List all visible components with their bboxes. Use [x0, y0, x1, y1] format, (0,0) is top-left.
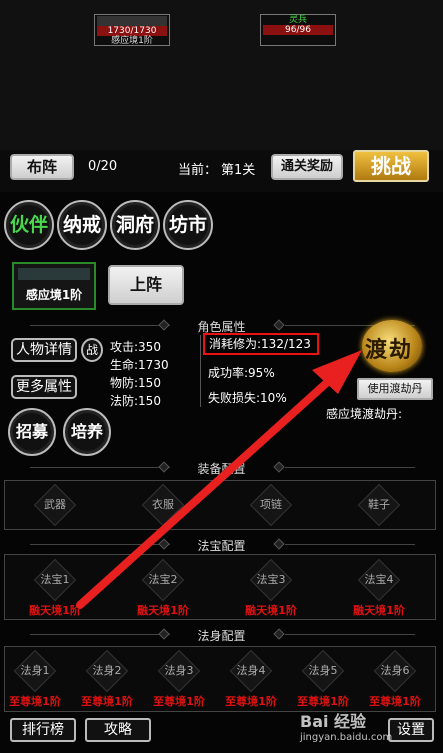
- success-rate: 成功率:95%: [208, 366, 275, 380]
- section-title-body: 法身配置: [0, 627, 443, 644]
- enemy-name: 灵兵: [288, 15, 307, 25]
- battle-button[interactable]: 战: [81, 338, 103, 362]
- partner-card[interactable]: 感应境1阶: [12, 262, 96, 310]
- stat-hp: 生命:1730: [110, 358, 169, 372]
- equipment-slot-weapon[interactable]: 武器: [25, 483, 85, 527]
- treasure-slot-2[interactable]: 法宝2: [133, 558, 193, 602]
- partner-realm: 感应境1阶: [25, 288, 83, 302]
- tab-cave[interactable]: 洞府: [110, 200, 160, 250]
- ranking-button[interactable]: 排行榜: [10, 718, 76, 742]
- treasure-req-2: 融天境1阶: [137, 604, 189, 617]
- body-req-6: 至尊境1阶: [369, 695, 421, 708]
- body-slot-3[interactable]: 法身3: [156, 649, 202, 693]
- body-slot-6[interactable]: 法身6: [372, 649, 418, 693]
- stat-magic-defense: 法防:150: [110, 394, 161, 408]
- deploy-button[interactable]: 上阵: [108, 265, 184, 305]
- body-req-4: 至尊境1阶: [225, 695, 277, 708]
- tab-ring[interactable]: 纳戒: [57, 200, 107, 250]
- tribulation-pill-count: 感应境渡劫丹:: [326, 407, 403, 421]
- cultivation-cost: 消耗修为:132/123: [209, 337, 311, 351]
- treasure-slot-3[interactable]: 法宝3: [241, 558, 301, 602]
- equipment-slot-necklace[interactable]: 项链: [241, 483, 301, 527]
- body-slot-2[interactable]: 法身2: [84, 649, 130, 693]
- player-hp-bar: 1730/1730: [97, 26, 167, 36]
- section-title-treasure: 法宝配置: [0, 537, 443, 554]
- stage-bar: 布阵 0/20 当前： 第1关 通关奖励 挑战: [0, 150, 443, 192]
- tab-partner[interactable]: 伙伴: [4, 200, 54, 250]
- stat-attack: 攻击:350: [110, 340, 161, 354]
- train-button[interactable]: 培养: [63, 408, 111, 456]
- watermark: Bai 经验 jingyan.baidu.com: [300, 708, 392, 743]
- body-req-1: 至尊境1阶: [9, 695, 61, 708]
- current-level: 第1关: [221, 163, 256, 178]
- challenge-button[interactable]: 挑战: [353, 150, 429, 182]
- body-slot-1[interactable]: 法身1: [12, 649, 58, 693]
- character-detail-button[interactable]: 人物详情: [11, 338, 77, 362]
- main-panel: 伙伴 纳戒 洞府 坊市 感应境1阶 上阵 角色属性 人物详情 战 更多属性 攻击…: [0, 192, 443, 753]
- formation-button[interactable]: 布阵: [10, 154, 74, 180]
- body-req-3: 至尊境1阶: [153, 695, 205, 708]
- stage-reward-button[interactable]: 通关奖励: [271, 154, 343, 180]
- body-req-5: 至尊境1阶: [297, 695, 349, 708]
- enemy-hp-bar: 96/96: [263, 25, 333, 35]
- treasure-req-4: 融天境1阶: [353, 604, 405, 617]
- player-realm: 感应境1阶: [111, 36, 153, 46]
- equipment-slot-clothes[interactable]: 衣服: [133, 483, 193, 527]
- stats-divider: [200, 335, 201, 407]
- treasure-slot-1[interactable]: 法宝1: [25, 558, 85, 602]
- treasure-req-3: 融天境1阶: [245, 604, 297, 617]
- body-req-2: 至尊境1阶: [81, 695, 133, 708]
- tribulation-button[interactable]: 渡劫: [362, 320, 422, 372]
- watermark-brand: Bai 经验: [300, 712, 367, 731]
- failure-loss: 失败损失:10%: [208, 391, 287, 405]
- partner-avatar: [18, 268, 90, 280]
- tribulation-label: 渡劫: [365, 338, 414, 363]
- watermark-url: jingyan.baidu.com: [300, 732, 393, 743]
- guide-button[interactable]: 攻略: [85, 718, 151, 742]
- cultivation-cost-box: 消耗修为:132/123: [203, 333, 319, 355]
- settings-button[interactable]: 设置: [388, 718, 434, 742]
- treasure-req-1: 融天境1阶: [29, 604, 81, 617]
- treasure-slot-4[interactable]: 法宝4: [349, 558, 409, 602]
- body-slot-4[interactable]: 法身4: [228, 649, 274, 693]
- enemy-hud: 灵兵 96/96: [260, 14, 336, 46]
- more-attributes-button[interactable]: 更多属性: [11, 375, 77, 399]
- body-slot-5[interactable]: 法身5: [300, 649, 346, 693]
- stat-physical-defense: 物防:150: [110, 376, 161, 390]
- section-title-equipment: 装备配置: [0, 460, 443, 477]
- player-hud: 1730/1730 感应境1阶: [94, 14, 170, 46]
- tab-market[interactable]: 坊市: [163, 200, 213, 250]
- use-tribulation-pill-button[interactable]: 使用渡劫丹: [357, 378, 433, 400]
- recruit-button[interactable]: 招募: [8, 408, 56, 456]
- equipment-slot-shoes[interactable]: 鞋子: [349, 483, 409, 527]
- formation-count: 0/20: [88, 159, 118, 174]
- current-label: 当前：: [178, 163, 218, 178]
